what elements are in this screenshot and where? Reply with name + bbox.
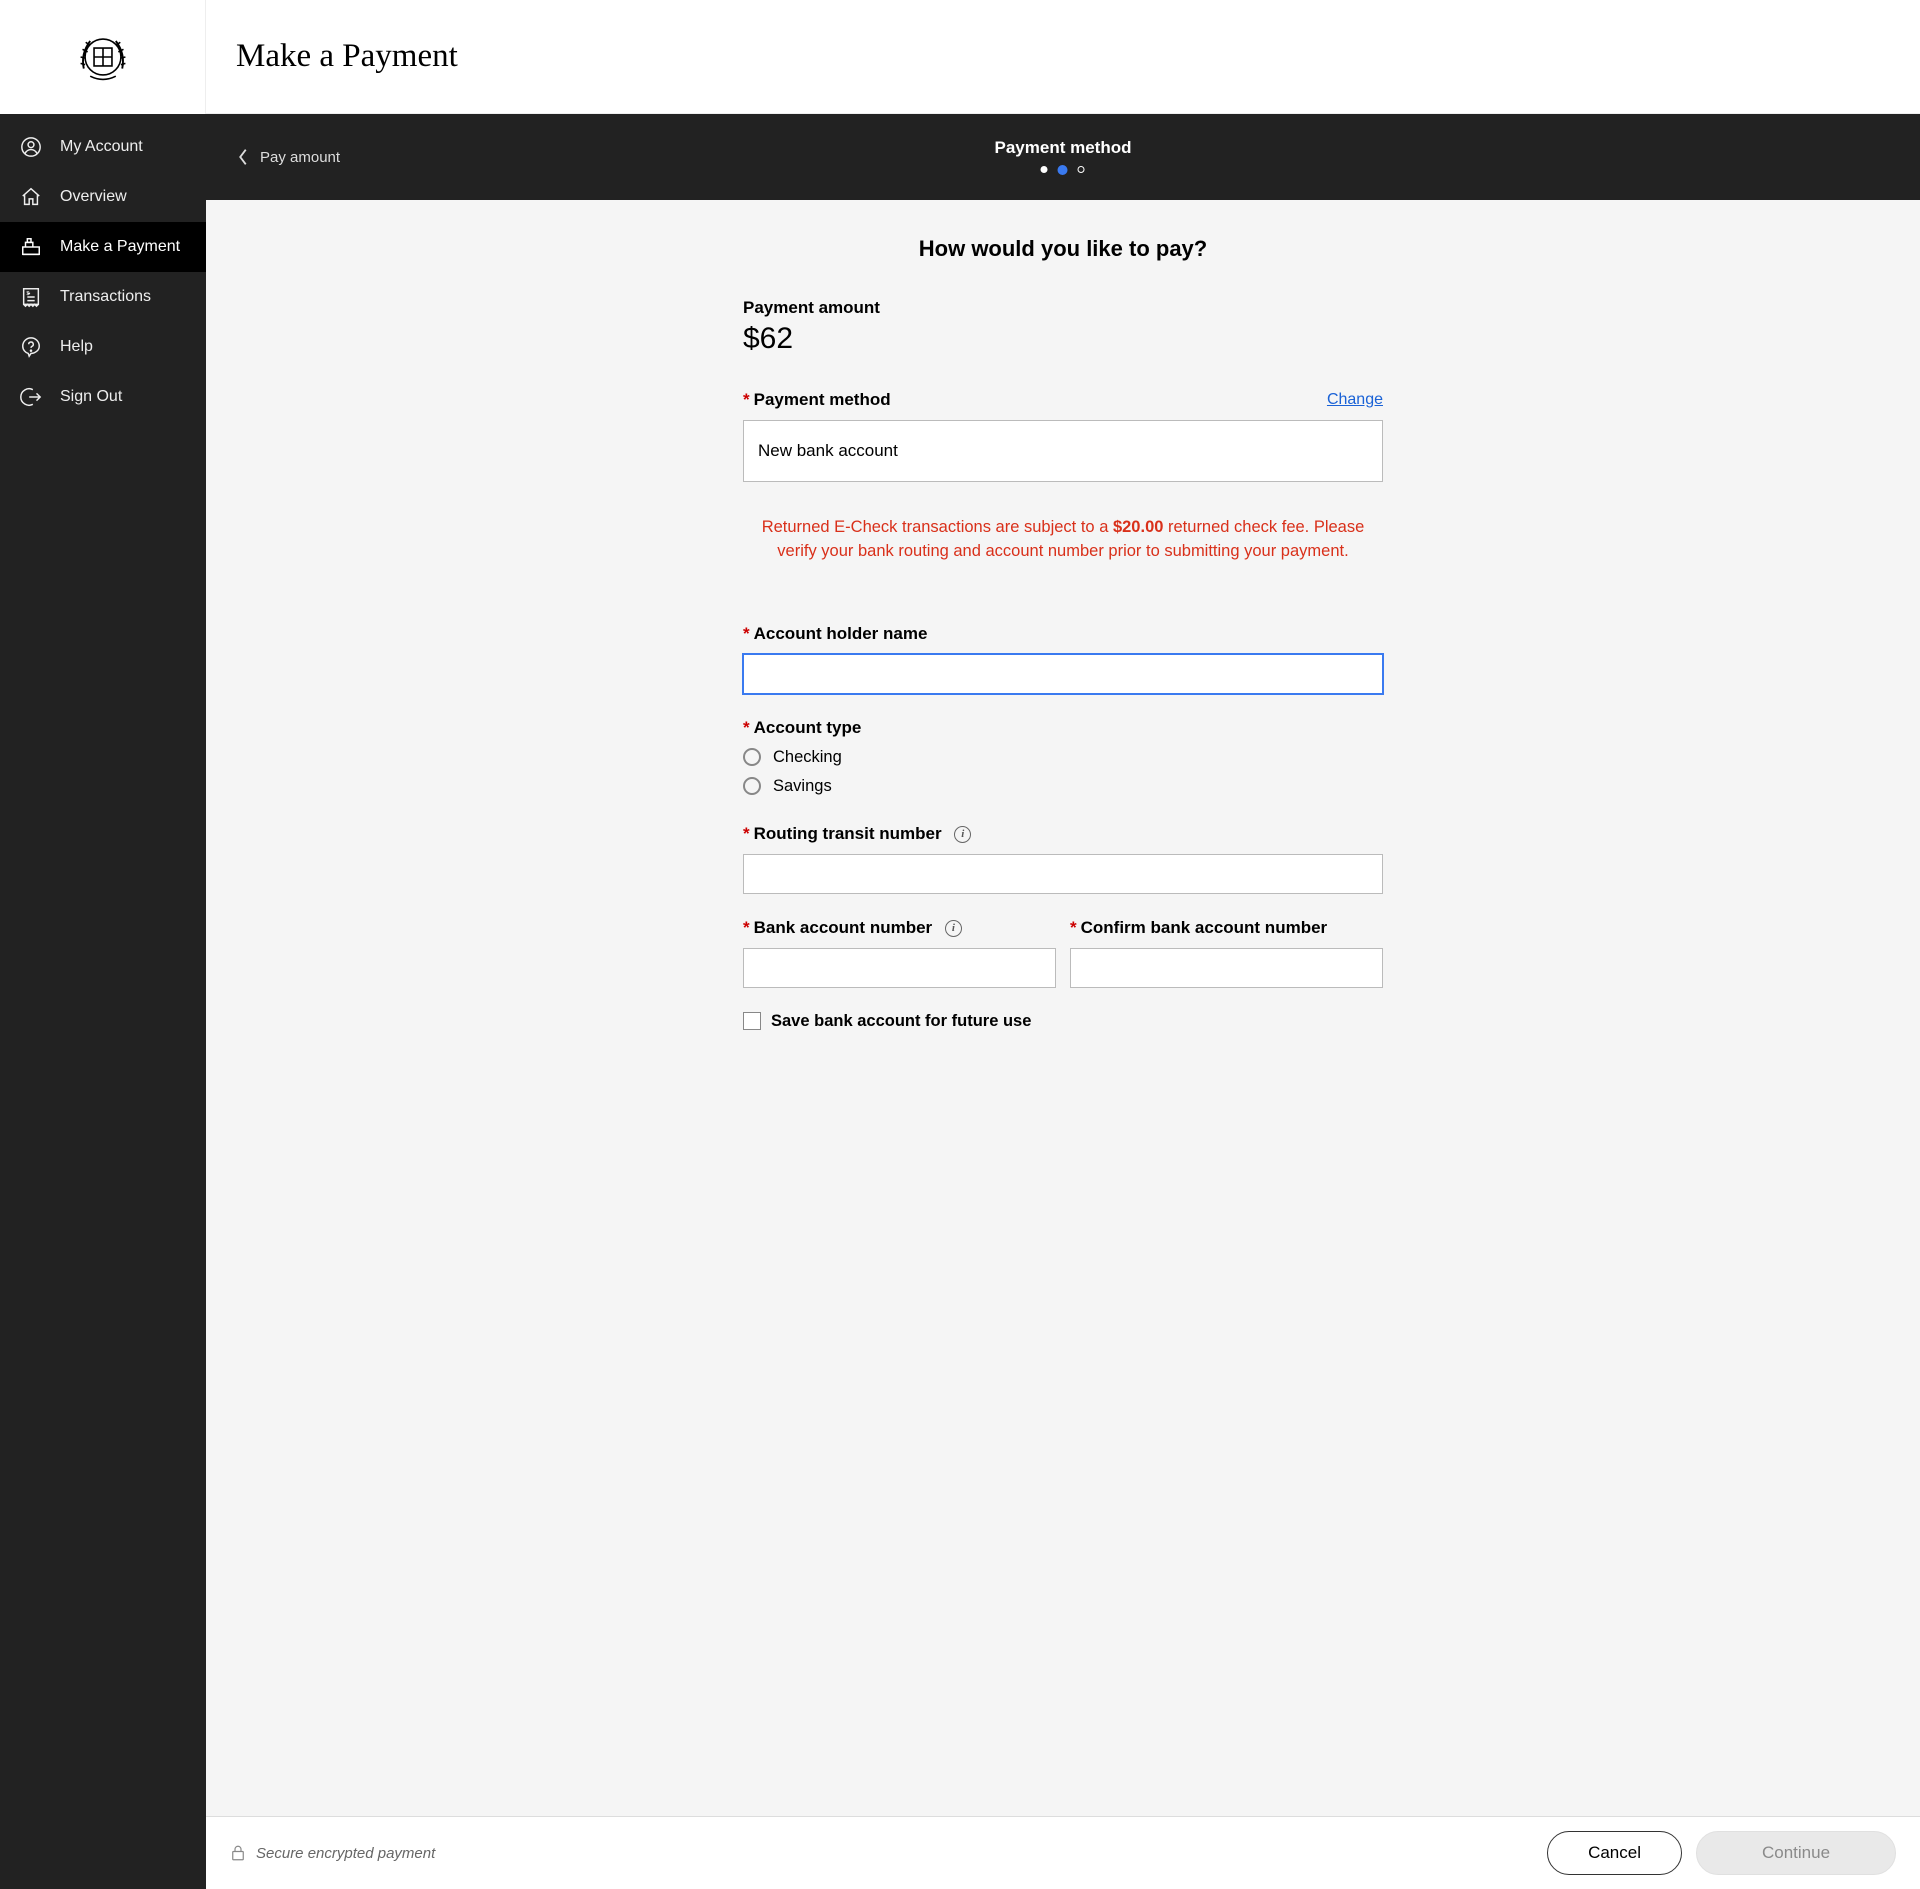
payment-amount-label: Payment amount [743, 298, 1383, 318]
info-icon[interactable]: i [945, 920, 962, 937]
save-bank-checkbox-row[interactable]: Save bank account for future use [743, 1012, 1383, 1031]
question-heading: How would you like to pay? [743, 236, 1383, 262]
stepper-bar: Pay amount Payment method [206, 114, 1920, 200]
receipt-icon: $ [20, 286, 42, 308]
step-dot-1 [1041, 166, 1048, 173]
cash-register-icon [20, 236, 42, 258]
sidebar-item-label: Help [60, 338, 93, 356]
university-seal-icon [71, 25, 135, 89]
help-icon [20, 336, 42, 358]
account-type-checking[interactable]: Checking [743, 748, 1383, 767]
radio-icon [743, 748, 761, 766]
footer-bar: Secure encrypted payment Cancel Continue [206, 1816, 1920, 1889]
page-title: Make a Payment [236, 38, 458, 75]
svg-text:$: $ [26, 291, 29, 297]
radio-label: Savings [773, 777, 832, 796]
secure-indicator: Secure encrypted payment [230, 1844, 435, 1862]
cancel-button[interactable]: Cancel [1547, 1831, 1682, 1875]
secure-label: Secure encrypted payment [256, 1845, 435, 1862]
checkbox-icon [743, 1012, 761, 1030]
step-dot-3 [1078, 166, 1085, 173]
payment-method-label: *Payment method [743, 390, 891, 410]
echeck-warning: Returned E-Check transactions are subjec… [743, 516, 1383, 564]
sidebar-item-make-payment[interactable]: Make a Payment [0, 222, 206, 272]
account-holder-label: *Account holder name [743, 624, 1383, 644]
step-dots [995, 166, 1132, 176]
chevron-left-icon [236, 146, 250, 168]
back-pay-amount[interactable]: Pay amount [236, 146, 340, 168]
sidebar-item-my-account[interactable]: My Account [0, 122, 206, 172]
sidebar-item-help[interactable]: Help [0, 322, 206, 372]
payment-amount-value: $62 [743, 322, 1383, 356]
step-current-label: Payment method [995, 138, 1132, 158]
sidebar-item-label: Make a Payment [60, 238, 180, 256]
lock-icon [230, 1844, 246, 1862]
routing-label: *Routing transit number i [743, 824, 1383, 844]
user-icon [20, 136, 42, 158]
routing-input[interactable] [743, 854, 1383, 894]
sidebar-item-label: Overview [60, 188, 127, 206]
account-holder-input[interactable] [743, 654, 1383, 694]
sidebar-item-sign-out[interactable]: Sign Out [0, 372, 206, 422]
info-icon[interactable]: i [954, 826, 971, 843]
confirm-bank-label: *Confirm bank account number [1070, 918, 1383, 938]
account-type-label: *Account type [743, 718, 1383, 738]
change-payment-method-link[interactable]: Change [1327, 391, 1383, 409]
back-label: Pay amount [260, 149, 340, 166]
radio-icon [743, 777, 761, 795]
sidebar-item-overview[interactable]: Overview [0, 172, 206, 222]
sidebar-item-transactions[interactable]: $ Transactions [0, 272, 206, 322]
home-icon [20, 186, 42, 208]
step-dot-2 [1058, 165, 1068, 175]
confirm-bank-input[interactable] [1070, 948, 1383, 988]
continue-button[interactable]: Continue [1696, 1831, 1896, 1875]
payment-method-selected[interactable]: New bank account [743, 420, 1383, 482]
save-bank-label: Save bank account for future use [771, 1012, 1031, 1031]
bank-account-input[interactable] [743, 948, 1056, 988]
sidebar-item-label: My Account [60, 138, 143, 156]
bank-account-label: *Bank account number i [743, 918, 1056, 938]
account-type-savings[interactable]: Savings [743, 777, 1383, 796]
radio-label: Checking [773, 748, 842, 767]
page-header: Make a Payment [206, 0, 1920, 114]
sidebar-item-label: Sign Out [60, 388, 122, 406]
sign-out-icon [20, 386, 42, 408]
sidebar-nav: My Account Overview Make a Payment $ Tra… [0, 114, 206, 1889]
sidebar-item-label: Transactions [60, 288, 151, 306]
logo [0, 0, 206, 114]
